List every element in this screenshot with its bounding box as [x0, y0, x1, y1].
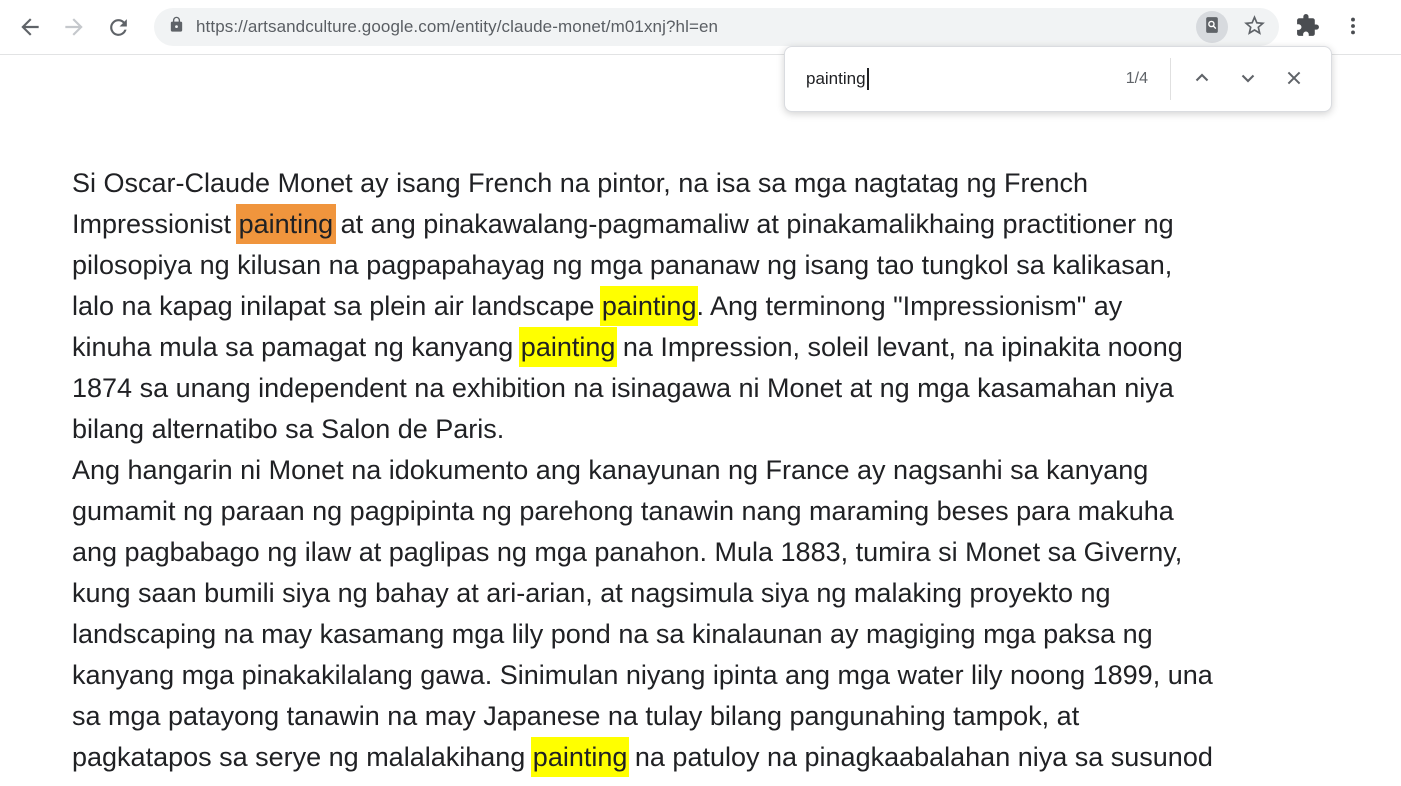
text-line: ang pagbabago ng ilaw at paglipas ng mga… — [72, 532, 1361, 573]
text-segment: bilang alternatibo sa Salon de Paris. — [72, 414, 504, 444]
lock-icon — [168, 16, 185, 38]
text-segment: Ang hangarin ni Monet na idokumento ang … — [72, 455, 1148, 485]
document-search-icon — [1202, 15, 1222, 40]
arrow-right-icon — [61, 14, 87, 40]
find-bar-divider — [1170, 58, 1171, 100]
text-line: Impressionist painting at ang pinakawala… — [72, 204, 1361, 245]
text-segment: lalo na kapag inilapat sa plein air land… — [72, 291, 602, 321]
star-icon — [1242, 13, 1267, 41]
text-line: Si Oscar-Claude Monet ay isang French na… — [72, 163, 1361, 204]
text-line: 1874 sa unang independent na exhibition … — [72, 368, 1361, 409]
text-segment: na patuloy na pinagkaabalahan niya sa su… — [627, 742, 1212, 772]
text-segment: 1874 sa unang independent na exhibition … — [72, 373, 1174, 403]
close-icon — [1282, 66, 1306, 93]
text-segment: pagkatapos sa serye ng malalakihang — [72, 742, 533, 772]
text-line: lalo na kapag inilapat sa plein air land… — [72, 286, 1361, 327]
find-match-counter: 1/4 — [1126, 70, 1148, 88]
text-segment: kung saan bumili siya ng bahay at ari-ar… — [72, 578, 1111, 608]
url-text: https://artsandculture.google.com/entity… — [196, 17, 1196, 37]
text-line: Ang hangarin ni Monet na idokumento ang … — [72, 450, 1361, 491]
arrow-left-icon — [17, 14, 43, 40]
text-segment: kanyang mga pinakakilalang gawa. Sinimul… — [72, 660, 1213, 690]
paragraph: Ang hangarin ni Monet na idokumento ang … — [72, 450, 1361, 778]
find-match: painting — [519, 327, 618, 367]
address-bar[interactable]: https://artsandculture.google.com/entity… — [154, 8, 1279, 46]
chevron-down-icon — [1236, 66, 1260, 93]
text-segment: pilosopiya ng kilusan na pagpapahayag ng… — [72, 250, 1172, 280]
text-segment: gumamit ng paraan ng pagpipinta ng pareh… — [72, 496, 1174, 526]
find-close-button[interactable] — [1271, 56, 1317, 102]
find-next-button[interactable] — [1225, 56, 1271, 102]
toolbar-right — [1291, 9, 1368, 45]
text-line: pilosopiya ng kilusan na pagpapahayag ng… — [72, 245, 1361, 286]
text-segment: Si Oscar-Claude Monet ay isang French na… — [72, 168, 1088, 198]
find-previous-button[interactable] — [1179, 56, 1225, 102]
text-segment: . Ang terminong "Impressionism" ay — [696, 291, 1122, 321]
find-input[interactable]: painting — [806, 68, 1126, 90]
text-line: kung saan bumili siya ng bahay at ari-ar… — [72, 573, 1361, 614]
text-segment: na Impression, soleil levant, na ipinaki… — [615, 332, 1182, 362]
find-query-text: painting — [806, 69, 866, 89]
text-line: kinuha mula sa pamagat ng kanyang painti… — [72, 327, 1361, 368]
text-line: bilang alternatibo sa Salon de Paris. — [72, 409, 1361, 450]
find-match: painting — [531, 737, 630, 777]
text-line: landscaping na may kasamang mga lily pon… — [72, 614, 1361, 655]
paragraph: Si Oscar-Claude Monet ay isang French na… — [72, 163, 1361, 450]
bookmark-button[interactable] — [1238, 9, 1271, 45]
forward-button[interactable] — [52, 5, 96, 49]
reload-icon — [106, 15, 131, 40]
puzzle-piece-icon — [1295, 13, 1320, 41]
find-match: painting — [600, 286, 699, 326]
chevron-up-icon — [1190, 66, 1214, 93]
reload-button[interactable] — [96, 5, 140, 49]
text-segment: ang pagbabago ng ilaw at paglipas ng mga… — [72, 537, 1182, 567]
find-bar: painting 1/4 — [784, 46, 1332, 112]
text-line: gumamit ng paraan ng pagpipinta ng pareh… — [72, 491, 1361, 532]
article-text: Si Oscar-Claude Monet ay isang French na… — [72, 163, 1361, 778]
text-segment: kinuha mula sa pamagat ng kanyang — [72, 332, 521, 362]
text-segment: at ang pinakawalang-pagmamaliw at pinaka… — [333, 209, 1174, 239]
extensions-button[interactable] — [1291, 9, 1324, 45]
three-dots-icon — [1342, 15, 1364, 40]
text-line: pagkatapos sa serye ng malalakihang pain… — [72, 737, 1361, 778]
text-caret — [867, 68, 869, 90]
menu-button[interactable] — [1338, 11, 1368, 44]
text-segment: Impressionist — [72, 209, 239, 239]
text-segment: landscaping na may kasamang mga lily pon… — [72, 619, 1153, 649]
browser-window: https://artsandculture.google.com/entity… — [0, 0, 1401, 786]
text-line: sa mga patayong tanawin na may Japanese … — [72, 696, 1361, 737]
omnibox-actions — [1196, 9, 1271, 45]
text-segment: sa mga patayong tanawin na may Japanese … — [72, 701, 1079, 731]
find-match-active: painting — [236, 204, 337, 244]
back-button[interactable] — [8, 5, 52, 49]
text-line: kanyang mga pinakakilalang gawa. Sinimul… — [72, 655, 1361, 696]
find-in-page-indicator[interactable] — [1196, 11, 1228, 43]
